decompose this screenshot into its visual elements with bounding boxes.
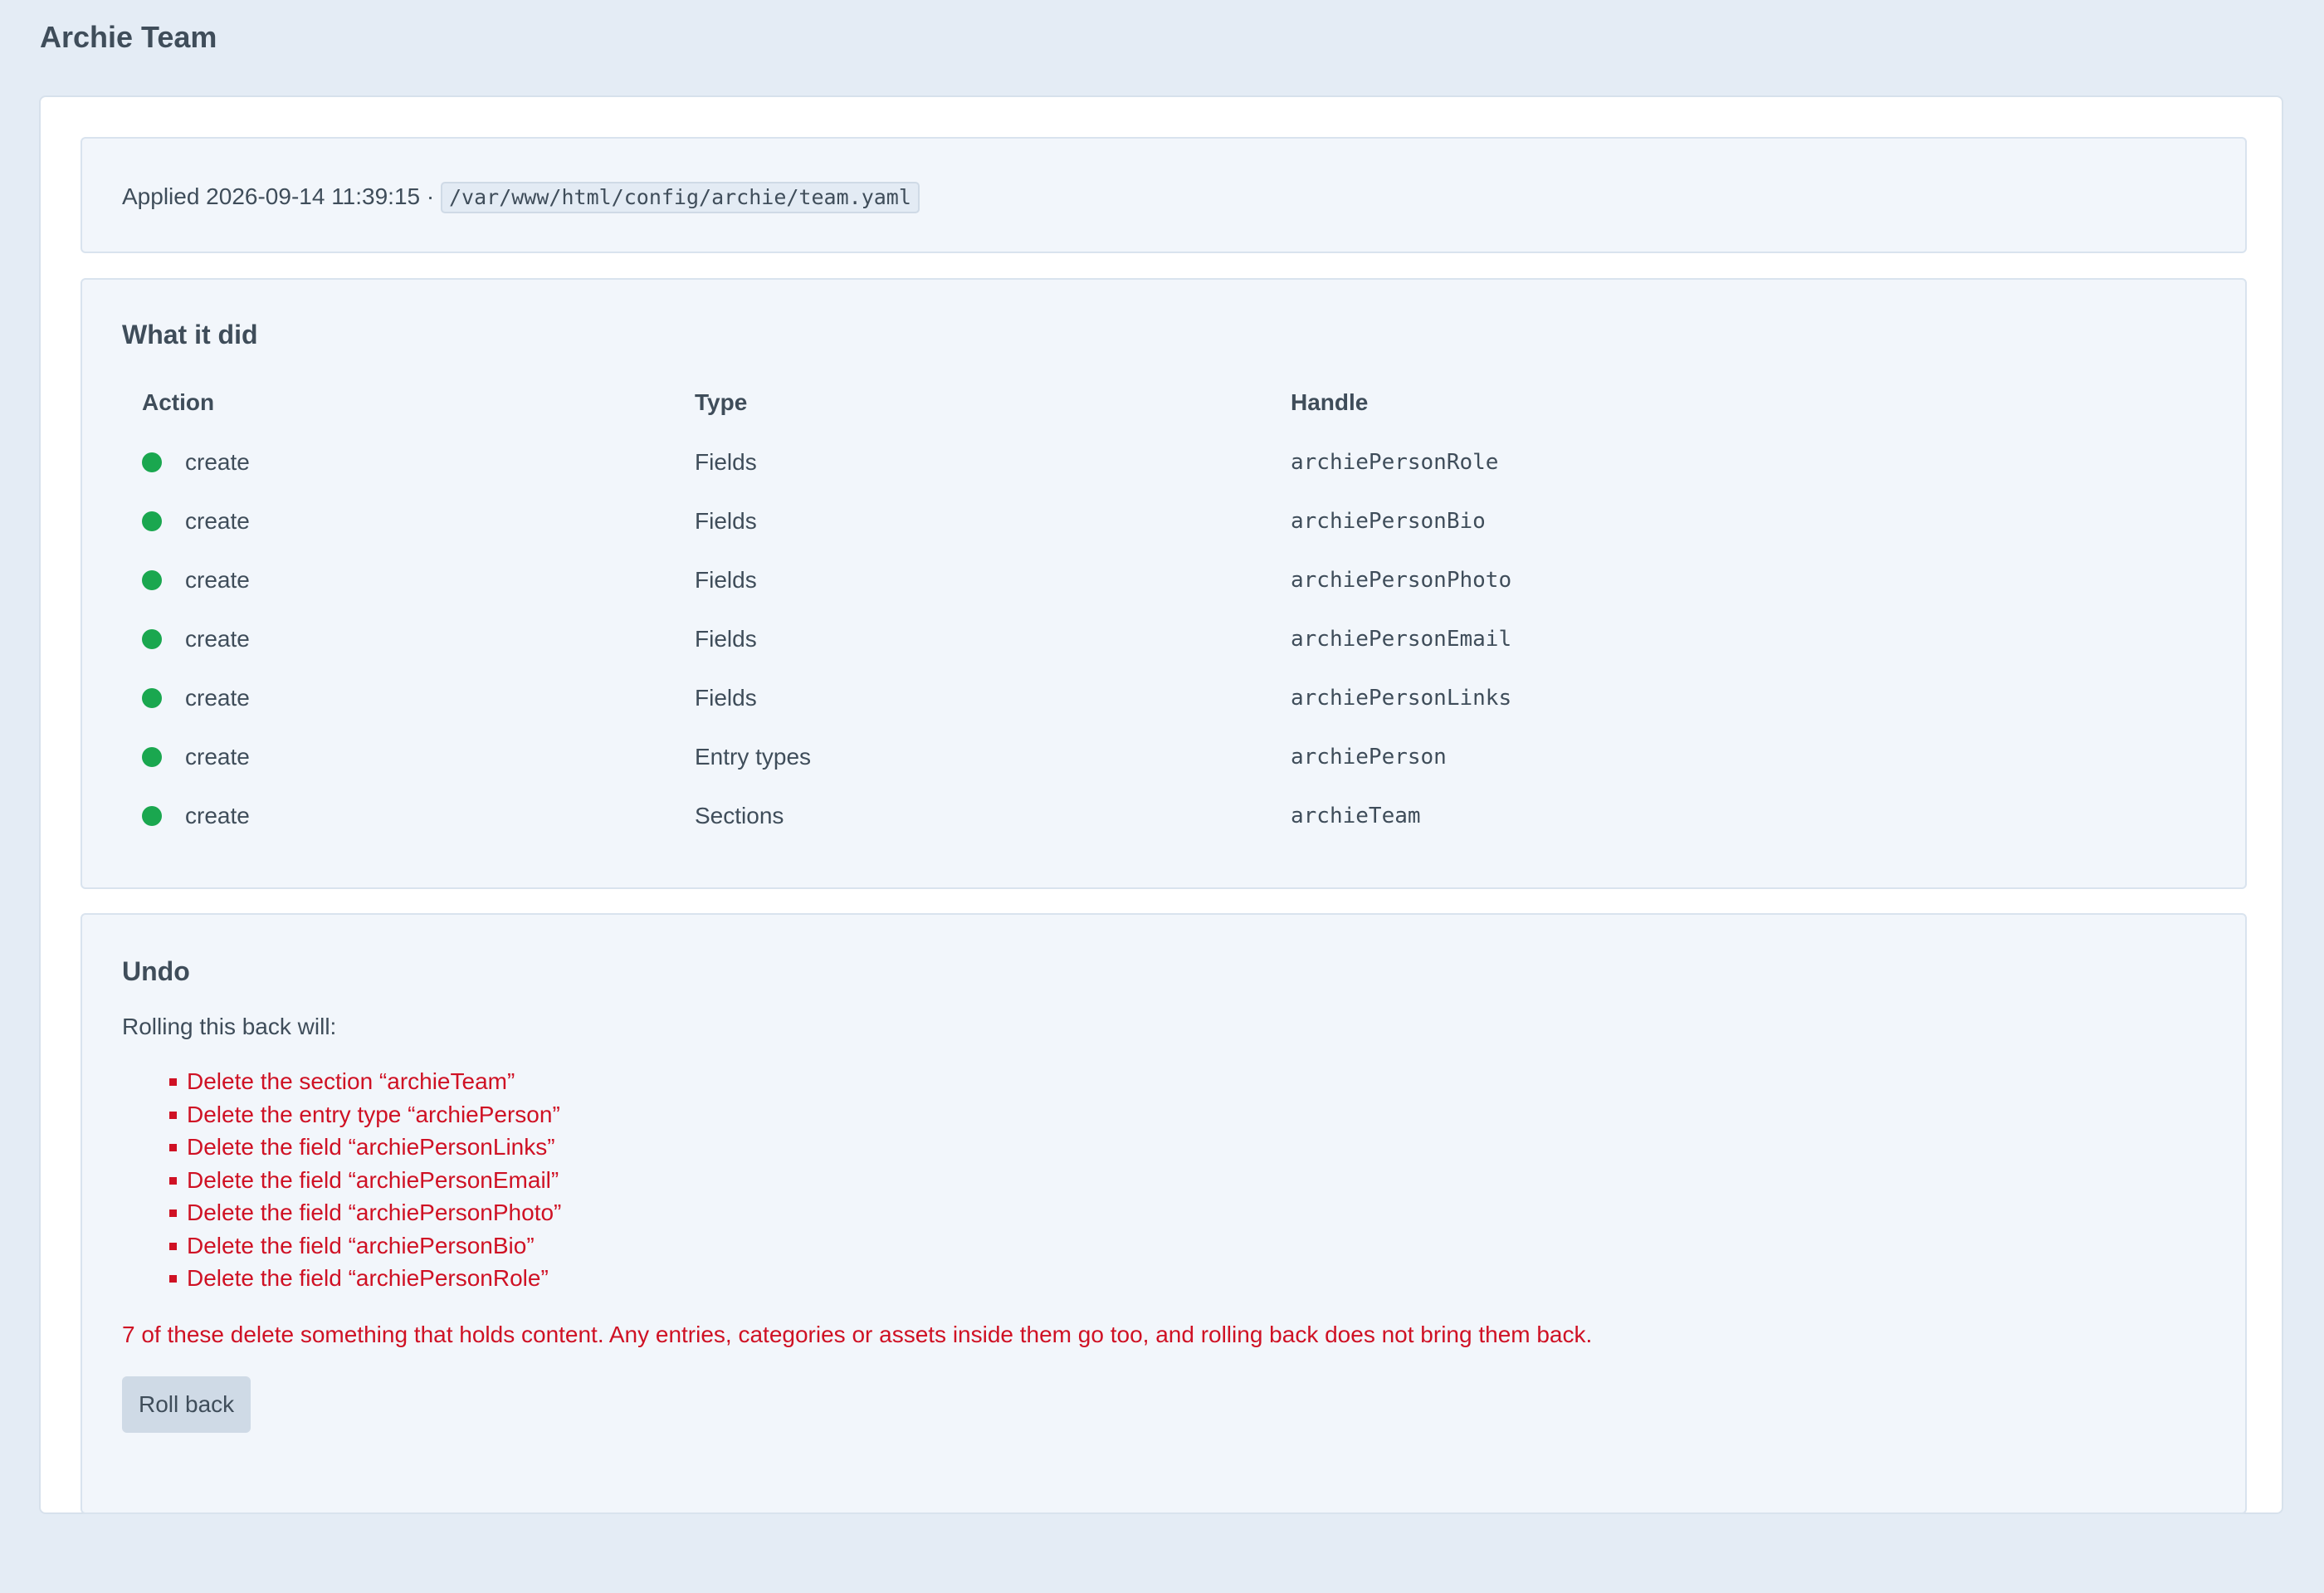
row-action: create <box>185 567 250 593</box>
undo-item-text: Delete the field “archiePersonRole” <box>187 1265 549 1291</box>
row-type: Entry types <box>695 744 812 770</box>
bullet-icon <box>169 1111 177 1119</box>
list-item: Delete the entry type “archiePerson” <box>122 1098 561 1131</box>
status-dot-icon <box>142 452 162 472</box>
status-dot-icon <box>142 629 162 649</box>
row-action: create <box>185 449 250 475</box>
bullet-icon <box>169 1176 177 1185</box>
table-row: create Fields archiePersonBio <box>82 493 2245 552</box>
row-type: Fields <box>695 508 757 534</box>
undo-item-text: Delete the field “archiePersonBio” <box>187 1232 535 1258</box>
bullet-icon <box>169 1209 177 1217</box>
row-handle: archiePersonBio <box>1291 509 1486 534</box>
status-dot-icon <box>142 747 162 767</box>
column-header-type: Type <box>695 389 748 415</box>
row-action: create <box>185 744 250 770</box>
table-row: create Fields archiePersonPhoto <box>82 552 2245 611</box>
undo-panel: Undo Rolling this back will: Delete the … <box>81 913 2247 1514</box>
apply-info: Applied 2026-09-14 11:39:15 · /var/www/h… <box>122 180 920 213</box>
row-handle: archiePerson <box>1291 745 1447 770</box>
status-dot-icon <box>142 806 162 826</box>
table-row: create Fields archiePersonLinks <box>82 670 2245 729</box>
row-handle: archiePersonPhoto <box>1291 568 1512 593</box>
undo-intro: Rolling this back will: <box>122 1014 337 1039</box>
table-row: create Entry types archiePerson <box>82 729 2245 788</box>
column-header-action: Action <box>142 389 215 415</box>
row-handle: archiePersonRole <box>1291 450 1499 475</box>
table-row: create Fields archiePersonRole <box>82 434 2245 493</box>
status-dot-icon <box>142 570 162 590</box>
apply-info-panel: Applied 2026-09-14 11:39:15 · /var/www/h… <box>81 137 2247 253</box>
list-item: Delete the field “archiePersonPhoto” <box>122 1196 561 1229</box>
undo-item-text: Delete the entry type “archiePerson” <box>187 1101 560 1127</box>
undo-item-text: Delete the section “archieTeam” <box>187 1068 515 1094</box>
status-dot-icon <box>142 511 162 531</box>
row-handle: archiePersonEmail <box>1291 627 1512 652</box>
undo-item-text: Delete the field “archiePersonPhoto” <box>187 1200 562 1225</box>
applied-timestamp: Applied 2026-09-14 11:39:15 · <box>122 183 441 209</box>
config-file-path: /var/www/html/config/archie/team.yaml <box>441 182 920 213</box>
row-action: create <box>185 626 250 652</box>
page-title: Archie Team <box>40 20 217 54</box>
bullet-icon <box>169 1144 177 1151</box>
table-row: create Fields archiePersonEmail <box>82 611 2245 670</box>
row-type: Sections <box>695 803 784 828</box>
bullet-icon <box>169 1242 177 1250</box>
undo-item-text: Delete the field “archiePersonLinks” <box>187 1134 555 1160</box>
row-handle: archiePersonLinks <box>1291 686 1512 711</box>
undo-heading: Undo <box>122 956 190 986</box>
main-card: Applied 2026-09-14 11:39:15 · /var/www/h… <box>39 95 2283 1514</box>
list-item: Delete the field “archiePersonLinks” <box>122 1131 561 1164</box>
row-action: create <box>185 508 250 534</box>
row-type: Fields <box>695 449 757 475</box>
bullet-icon <box>169 1078 177 1086</box>
row-type: Fields <box>695 626 757 652</box>
undo-list: Delete the section “archieTeam” Delete t… <box>122 1065 561 1295</box>
undo-item-text: Delete the field “archiePersonEmail” <box>187 1166 559 1193</box>
what-it-did-heading: What it did <box>122 320 258 349</box>
list-item: Delete the field “archiePersonBio” <box>122 1229 561 1263</box>
row-action: create <box>185 685 250 711</box>
row-type: Fields <box>695 685 757 711</box>
row-type: Fields <box>695 567 757 593</box>
list-item: Delete the section “archieTeam” <box>122 1065 561 1098</box>
column-header-handle: Handle <box>1291 389 1369 415</box>
list-item: Delete the field “archiePersonEmail” <box>122 1164 561 1197</box>
status-dot-icon <box>142 688 162 708</box>
row-handle: archieTeam <box>1291 804 1421 828</box>
list-item: Delete the field “archiePersonRole” <box>122 1262 561 1295</box>
content-loss-warning: 7 of these delete something that holds c… <box>122 1322 1593 1347</box>
what-it-did-panel: What it did Action Type Handle create Fi… <box>81 278 2247 889</box>
table-row: create Sections archieTeam <box>82 788 2245 847</box>
bullet-icon <box>169 1275 177 1283</box>
row-action: create <box>185 803 250 828</box>
roll-back-button[interactable]: Roll back <box>122 1376 251 1433</box>
